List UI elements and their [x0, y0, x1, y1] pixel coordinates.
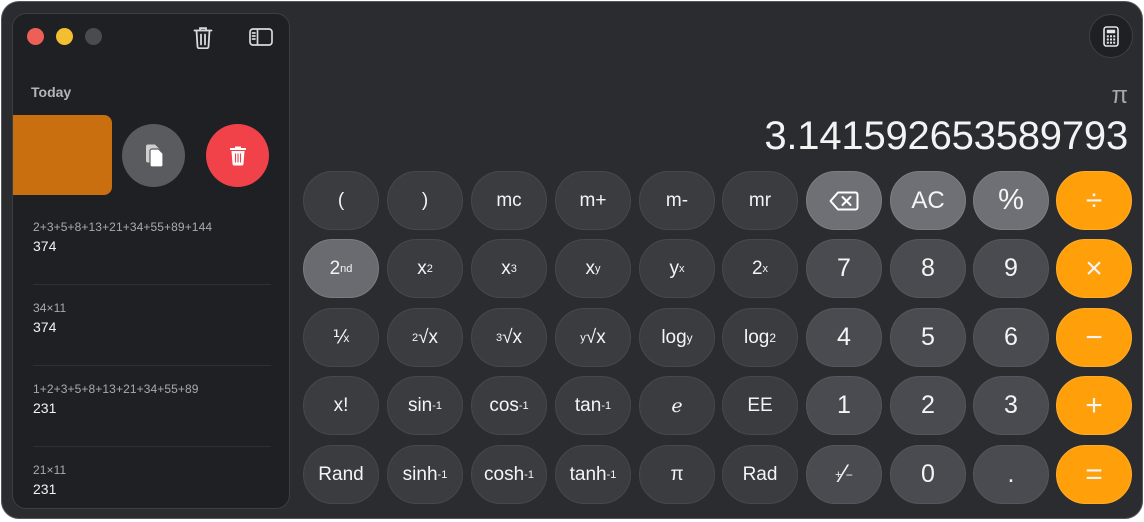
key-factorial[interactable]: x! — [303, 376, 379, 435]
key-multiply[interactable]: × — [1056, 239, 1132, 298]
trash-icon — [193, 26, 213, 49]
key-cube-root[interactable]: 3 √x — [471, 308, 547, 367]
key-0[interactable]: 0 — [890, 445, 966, 504]
key-divide[interactable]: ÷ — [1056, 171, 1132, 230]
history-result: 374 — [33, 238, 57, 254]
key-y-root[interactable]: y √x — [555, 308, 631, 367]
calculator-mode-button[interactable] — [1089, 14, 1133, 58]
history-result: 231 — [33, 400, 57, 416]
history-sidebar: Today 2+3+5+8+13+21+34+55+89+144 374 34×… — [12, 13, 290, 509]
key-9[interactable]: 9 — [973, 239, 1049, 298]
key-8[interactable]: 8 — [890, 239, 966, 298]
key-rad[interactable]: Rad — [722, 445, 798, 504]
calculator-icon — [1103, 25, 1119, 47]
history-expression: 21×11 — [33, 463, 67, 477]
history-list: 2+3+5+8+13+21+34+55+89+144 374 34×11 374… — [13, 204, 289, 508]
key-rand[interactable]: Rand — [303, 445, 379, 504]
clear-history-button[interactable] — [190, 24, 216, 50]
key-open-paren[interactable]: ( — [303, 171, 379, 230]
key-mc[interactable]: mc — [471, 171, 547, 230]
key-equals[interactable]: = — [1056, 445, 1132, 504]
key-plus-minus[interactable]: + ⁄ − — [806, 445, 882, 504]
key-add[interactable]: + — [1056, 376, 1132, 435]
key-m-minus[interactable]: m- — [639, 171, 715, 230]
key-4[interactable]: 4 — [806, 308, 882, 367]
backspace-icon — [829, 191, 859, 210]
key-m-plus[interactable]: m+ — [555, 171, 631, 230]
history-expression: 1+2+3+5+8+13+21+34+55+89 — [33, 382, 199, 396]
key-ee[interactable]: EE — [722, 376, 798, 435]
history-item[interactable]: 34×11 374 — [13, 285, 289, 366]
copy-entry-button[interactable] — [122, 124, 185, 187]
history-expression: 2+3+5+8+13+21+34+55+89+144 — [33, 220, 213, 234]
minimize-window-button[interactable] — [56, 28, 73, 45]
key-1[interactable]: 1 — [806, 376, 882, 435]
key-arcsinh[interactable]: sinh -1 — [387, 445, 463, 504]
key-7[interactable]: 7 — [806, 239, 882, 298]
history-result: 374 — [33, 319, 57, 335]
key-mr[interactable]: mr — [722, 171, 798, 230]
key-arctan[interactable]: tan -1 — [555, 376, 631, 435]
swiped-history-row[interactable] — [13, 115, 112, 195]
key-arccosh[interactable]: cosh -1 — [471, 445, 547, 504]
key-backspace[interactable] — [806, 171, 882, 230]
key-arctanh[interactable]: tanh -1 — [555, 445, 631, 504]
key-close-paren[interactable]: ) — [387, 171, 463, 230]
key-pi[interactable]: π — [639, 445, 715, 504]
close-window-button[interactable] — [27, 28, 44, 45]
copy-icon — [145, 144, 164, 168]
delete-entry-button[interactable] — [206, 124, 269, 187]
key-e[interactable]: e — [639, 376, 715, 435]
key-subtract[interactable]: − — [1056, 308, 1132, 367]
key-2[interactable]: 2 — [890, 376, 966, 435]
history-result: 231 — [33, 481, 57, 497]
zoom-window-button[interactable] — [85, 28, 102, 45]
key-x-pow-y[interactable]: xy — [555, 239, 631, 298]
key-6[interactable]: 6 — [973, 308, 1049, 367]
key-arccos[interactable]: cos -1 — [471, 376, 547, 435]
key-reciprocal[interactable]: ⅟x — [303, 308, 379, 367]
section-title-today: Today — [31, 84, 72, 100]
key-5[interactable]: 5 — [890, 308, 966, 367]
key-square-root[interactable]: 2 √x — [387, 308, 463, 367]
key-x-cubed[interactable]: x3 — [471, 239, 547, 298]
key-ac[interactable]: AC — [890, 171, 966, 230]
key-decimal[interactable]: . — [973, 445, 1049, 504]
key-log-2[interactable]: log 2 — [722, 308, 798, 367]
sidebar-toggle-icon — [249, 28, 273, 46]
key-2-pow-x[interactable]: 2x — [722, 239, 798, 298]
key-percent[interactable]: % — [973, 171, 1049, 230]
display-expression: π — [1111, 82, 1128, 109]
key-2nd[interactable]: 2nd — [303, 239, 379, 298]
key-3[interactable]: 3 — [973, 376, 1049, 435]
delete-icon — [229, 146, 246, 166]
key-y-pow-x[interactable]: yx — [639, 239, 715, 298]
key-x-squared[interactable]: x2 — [387, 239, 463, 298]
keypad: ( ) mc m+ m- mr AC % ÷ 2nd x2 x3 xy yx 2… — [303, 171, 1133, 509]
calculator-window: Today 2+3+5+8+13+21+34+55+89+144 374 34×… — [1, 1, 1143, 519]
history-item[interactable]: 1+2+3+5+8+13+21+34+55+89 231 — [13, 366, 289, 447]
key-log-y[interactable]: log y — [639, 308, 715, 367]
history-item[interactable]: 2+3+5+8+13+21+34+55+89+144 374 — [13, 204, 289, 285]
key-arcsin[interactable]: sin -1 — [387, 376, 463, 435]
toggle-sidebar-button[interactable] — [248, 24, 274, 50]
history-item[interactable]: 21×11 231 — [13, 447, 289, 508]
display-value: 3.141592653589793 — [764, 114, 1128, 158]
history-expression: 34×11 — [33, 301, 67, 315]
